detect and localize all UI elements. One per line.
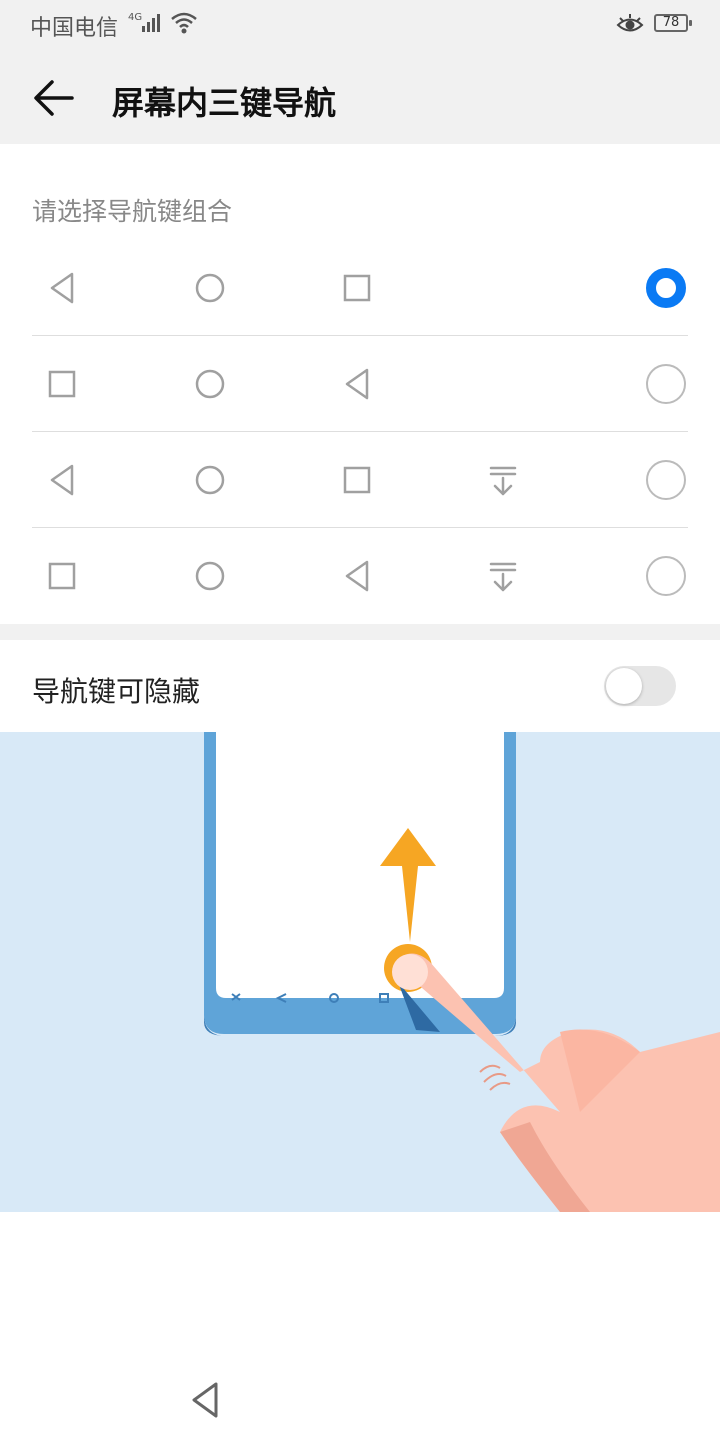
nav-option-row[interactable] [32,528,688,624]
wifi-icon [171,12,197,34]
signal-icon: 4G [128,12,160,32]
eye-comfort-icon [616,14,644,32]
nav-option-row[interactable] [32,432,688,528]
network-type: 4G [128,12,142,23]
recent-square-icon [48,370,76,398]
home-circle-icon [195,561,225,591]
hide-nav-keys-switch[interactable] [604,666,676,706]
switch-knob [606,668,642,704]
recent-square-icon [48,562,76,590]
swipe-up-illustration [204,732,720,1212]
back-triangle-icon [50,272,74,304]
home-circle-icon [195,273,225,303]
nav-option-row[interactable] [32,336,688,432]
battery-level: 78 [662,15,680,30]
recent-square-icon [343,274,371,302]
back-arrow-icon[interactable] [30,76,80,120]
radio-unselected[interactable] [646,364,686,404]
system-back-icon[interactable] [186,1380,226,1420]
page-title: 屏幕内三键导航 [112,84,337,122]
section-divider [0,624,720,640]
gesture-illustration [0,732,720,1212]
radio-selected[interactable] [646,268,686,308]
notification-down-icon [489,466,517,496]
carrier-label: 中国电信 [30,16,119,41]
recent-square-icon [343,466,371,494]
battery-indicator: 78 [654,14,692,32]
home-circle-icon [195,369,225,399]
back-triangle-icon [50,464,74,496]
hide-nav-keys-row[interactable]: 导航键可隐藏 [0,640,720,732]
section-label: 请选择导航键组合 [32,197,233,226]
status-bar: 中国电信 4G 78 [0,0,720,50]
radio-unselected[interactable] [646,556,686,596]
radio-unselected[interactable] [646,460,686,500]
nav-option-row[interactable] [32,240,688,336]
app-bar: 屏幕内三键导航 [0,50,720,144]
back-triangle-icon [345,560,369,592]
home-circle-icon [195,465,225,495]
back-triangle-icon [345,368,369,400]
notification-down-icon [489,562,517,592]
phone-screen [216,732,504,998]
hide-nav-keys-label: 导航键可隐藏 [32,675,201,708]
